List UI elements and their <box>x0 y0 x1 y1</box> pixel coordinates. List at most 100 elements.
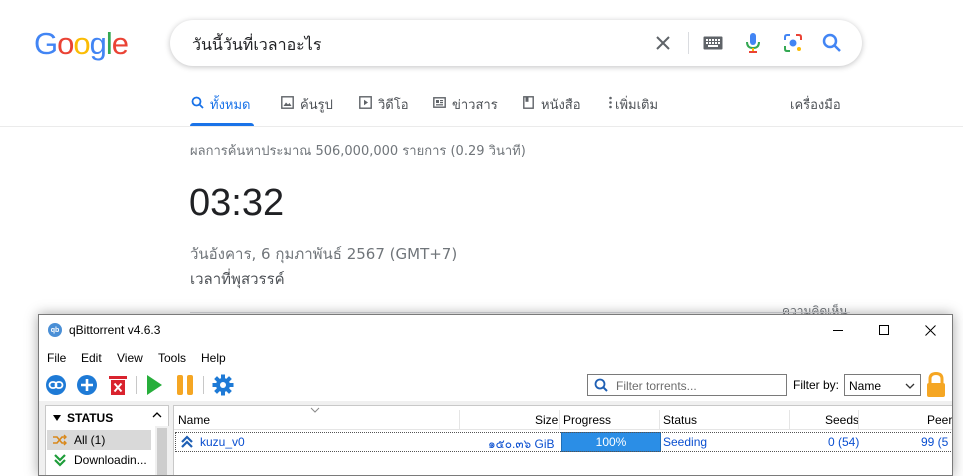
tab-label: ค้นรูป <box>300 98 333 113</box>
tabs-divider <box>0 126 963 127</box>
sidebar-item-all[interactable]: All (1) <box>47 430 151 450</box>
add-link-icon[interactable] <box>45 374 67 396</box>
torrent-list: Name Size Progress Status Seeds Peers ku… <box>173 405 952 475</box>
column-divider[interactable] <box>858 410 859 430</box>
logo-letter: o <box>57 26 74 61</box>
qbittorrent-window[interactable]: qb qBittorrent v4.6.3 File Edit View Too… <box>38 314 953 476</box>
logo-letter: G <box>34 26 58 61</box>
microphone-icon[interactable] <box>742 32 764 54</box>
close-icon <box>924 324 936 336</box>
window-title: qBittorrent v4.6.3 <box>69 323 161 337</box>
torrent-status: Seeding <box>663 435 708 449</box>
scrollbar-thumb[interactable] <box>157 428 167 475</box>
search-input[interactable]: วันนี้วันที่เวลาอะไร <box>192 33 321 58</box>
column-seeds[interactable]: Seeds <box>825 413 859 433</box>
current-time: 03:32 <box>189 182 285 224</box>
torrent-seeds: 0 (54) <box>828 435 860 449</box>
search-icon[interactable] <box>821 32 843 54</box>
seeding-up-arrow-icon <box>181 435 193 448</box>
tools-button[interactable]: เครื่องมือ <box>790 94 841 115</box>
filter-by-select[interactable]: Name <box>844 374 921 396</box>
add-torrent-icon[interactable] <box>76 374 98 396</box>
column-name[interactable]: Name <box>178 413 210 433</box>
video-icon <box>358 95 372 109</box>
filter-by-value: Name <box>849 379 882 393</box>
menu-bar: File Edit View Tools Help <box>39 345 952 369</box>
tab-books[interactable]: หนังสือ <box>521 90 581 126</box>
toolbar-separator <box>136 376 137 394</box>
collapse-up-icon[interactable] <box>152 410 162 422</box>
card-divider <box>190 312 850 313</box>
status-header-label: STATUS <box>67 411 114 425</box>
column-divider[interactable] <box>459 410 460 430</box>
title-bar[interactable]: qb qBittorrent v4.6.3 <box>39 315 952 345</box>
tab-label: ข่าวสาร <box>452 98 498 113</box>
filter-by-label: Filter by: <box>793 378 840 392</box>
shuffle-icon <box>53 434 67 446</box>
table-row[interactable]: kuzu_v0 ๑๕๐.๓๖ GiB 100% Seeding 0 (54) 9… <box>175 432 952 452</box>
google-logo[interactable]: Google <box>34 26 129 61</box>
tab-label: เพิ่มเติม <box>615 98 659 113</box>
download-arrow-icon <box>54 454 66 467</box>
tab-label: หนังสือ <box>541 98 581 113</box>
clear-icon[interactable] <box>652 32 674 54</box>
maximize-button[interactable] <box>861 315 907 345</box>
sidebar-item-label: All (1) <box>74 433 106 447</box>
column-size[interactable]: Size <box>535 413 558 433</box>
tab-news[interactable]: ข่าวสาร <box>432 90 498 126</box>
gear-icon[interactable] <box>212 374 234 396</box>
more-vertical-icon <box>607 95 613 109</box>
menu-file[interactable]: File <box>47 351 66 365</box>
lens-camera-icon[interactable] <box>782 32 804 54</box>
torrent-peers: 99 (5 <box>921 435 949 449</box>
result-stats: ผลการค้นหาประมาณ 506,000,000 รายการ (0.2… <box>190 144 526 159</box>
tab-label: ทั้งหมด <box>210 98 251 113</box>
column-peers[interactable]: Peers <box>927 413 952 433</box>
resume-icon[interactable] <box>143 374 165 396</box>
status-header[interactable]: STATUS <box>53 411 113 425</box>
keyboard-icon[interactable] <box>702 32 724 54</box>
search-divider <box>688 32 689 54</box>
menu-view[interactable]: View <box>117 351 143 365</box>
filter-placeholder: Filter torrents... <box>616 379 697 393</box>
maximize-icon <box>879 325 889 335</box>
delete-torrent-icon[interactable] <box>107 374 129 396</box>
tab-more[interactable]: เพิ่มเติม <box>607 90 658 126</box>
menu-tools[interactable]: Tools <box>158 351 186 365</box>
column-divider[interactable] <box>659 410 660 430</box>
filter-torrents-input[interactable]: Filter torrents... <box>587 374 787 396</box>
search-box[interactable]: วันนี้วันที่เวลาอะไร <box>170 20 862 66</box>
caret-down-icon <box>53 415 61 421</box>
logo-letter: e <box>111 26 129 61</box>
image-icon <box>280 95 294 109</box>
column-divider[interactable] <box>789 410 790 430</box>
status-sidebar: STATUS All (1) Downloadin... <box>45 405 169 475</box>
current-date: วันอังคาร, 6 กุมภาพันธ์ 2567 (GMT+7) <box>190 245 458 263</box>
tab-videos[interactable]: วิดีโอ <box>358 90 409 126</box>
torrent-progress-bar: 100% <box>561 432 661 452</box>
tab-label: วิดีโอ <box>378 98 409 113</box>
minimize-button[interactable] <box>815 315 861 345</box>
tab-images[interactable]: ค้นรูป <box>280 90 333 126</box>
column-divider[interactable] <box>559 410 560 430</box>
tab-all[interactable]: ทั้งหมด <box>190 90 254 126</box>
news-icon <box>432 95 446 109</box>
column-status[interactable]: Status <box>663 413 697 433</box>
torrent-progress: 100% <box>595 435 627 449</box>
toolbar-separator <box>203 376 204 394</box>
timezone-label: เวลาที่พุสวรรค์ <box>190 270 285 288</box>
pause-icon[interactable] <box>174 374 196 396</box>
close-button[interactable] <box>907 315 952 345</box>
logo-letter: g <box>89 26 107 61</box>
column-progress[interactable]: Progress <box>563 413 611 433</box>
menu-help[interactable]: Help <box>201 351 226 365</box>
sidebar-item-downloading[interactable]: Downloadin... <box>47 450 151 470</box>
qbittorrent-logo-icon: qb <box>48 323 62 337</box>
sidebar-scrollbar[interactable] <box>155 426 169 475</box>
logo-letter: o <box>73 26 90 61</box>
lock-icon[interactable] <box>925 372 947 398</box>
minimize-icon <box>833 330 843 331</box>
book-icon <box>521 95 535 109</box>
menu-edit[interactable]: Edit <box>81 351 102 365</box>
torrent-size: ๑๕๐.๓๖ GiB <box>488 437 555 451</box>
